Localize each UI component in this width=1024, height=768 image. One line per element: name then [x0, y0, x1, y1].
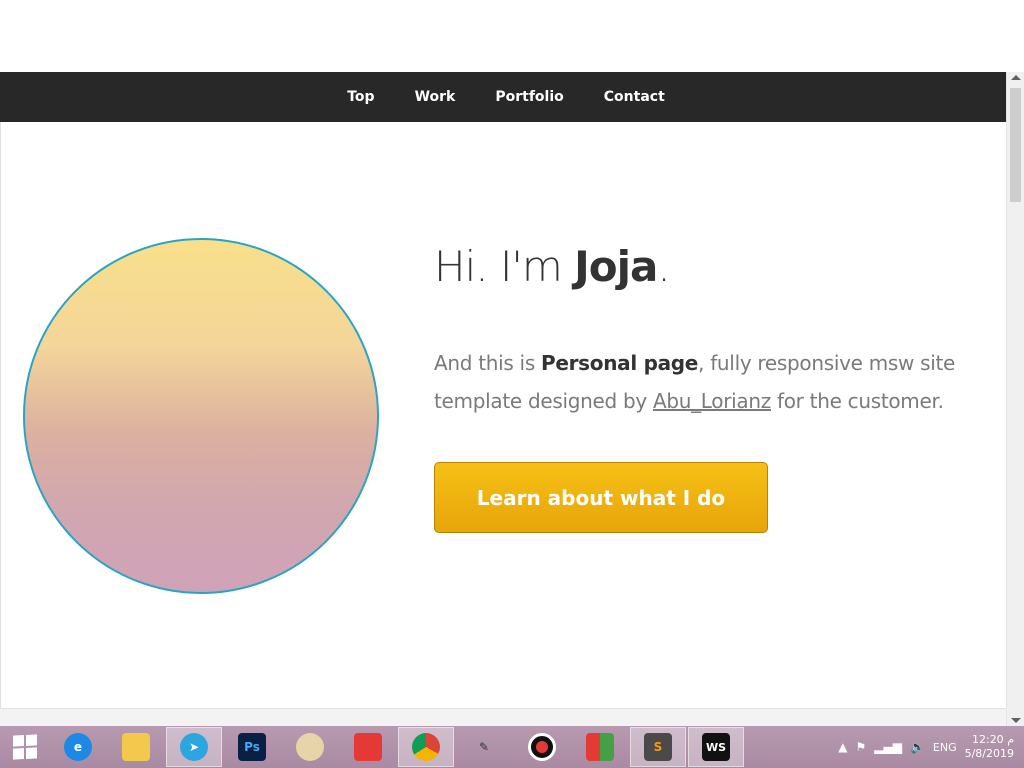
hero-headline: Hi. I'm Joja.	[434, 242, 671, 291]
taskbar-app-pen[interactable]: ✎	[456, 727, 512, 767]
next-section-edge	[0, 708, 1006, 727]
taskbar-app-webstorm[interactable]: WS	[688, 727, 744, 767]
headline-name: Joja	[574, 242, 658, 291]
navbar: Top Work Portfolio Contact	[0, 72, 1006, 122]
taskbar-app-paint[interactable]	[282, 727, 338, 767]
internet-explorer-icon: e	[64, 733, 92, 761]
taskbar-app-chrome[interactable]	[398, 727, 454, 767]
hero-intro-text: And this is Personal page, fully respons…	[434, 344, 974, 420]
nav-item-work[interactable]: Work	[395, 89, 476, 105]
show-hidden-icons-icon[interactable]: ▲	[838, 740, 847, 754]
pen-tool-icon: ✎	[478, 740, 490, 754]
system-tray: ▲ ⚑ ▂▄▆ 🔈 ENG 12:20 م 5/8/2019	[838, 726, 1024, 768]
browser-top-area	[0, 0, 1024, 72]
profile-avatar	[23, 238, 379, 594]
headline-greeting: Hi. I'm	[434, 242, 575, 291]
language-indicator[interactable]: ENG	[933, 741, 957, 754]
webstorm-icon: WS	[702, 733, 730, 761]
vertical-scrollbar[interactable]	[1006, 72, 1024, 726]
taskbar-app-telegram[interactable]: ➤	[166, 727, 222, 767]
volume-icon[interactable]: 🔈	[910, 740, 925, 754]
nav-item-contact[interactable]: Contact	[584, 89, 685, 105]
start-button[interactable]	[0, 726, 50, 768]
taskbar-app-explorer[interactable]	[108, 727, 164, 767]
taskbar-app-photoshop[interactable]: Ps	[224, 727, 280, 767]
action-center-flag-icon[interactable]: ⚑	[855, 740, 866, 754]
intro-text-part3: for the customer.	[770, 389, 944, 413]
taskbar-app-blocks[interactable]	[572, 727, 628, 767]
nav-item-portfolio[interactable]: Portfolio	[475, 89, 583, 105]
scrollbar-thumb[interactable]	[1010, 88, 1021, 202]
taskbar-app-monitor[interactable]	[340, 727, 396, 767]
file-explorer-icon	[122, 733, 150, 761]
paint-palette-icon	[296, 733, 324, 761]
sublime-text-icon: S	[644, 733, 672, 761]
intro-text-part1: And this is	[434, 351, 541, 375]
clock-date: 5/8/2019	[964, 747, 1014, 760]
windows-logo-icon	[13, 734, 37, 760]
windows-taskbar: e ➤ Ps ✎ S WS ▲ ⚑ ▂▄▆ 🔈 ENG 12:20 م 5/8/…	[0, 726, 1024, 768]
chrome-icon	[412, 733, 440, 761]
nav-item-top[interactable]: Top	[327, 89, 394, 105]
author-link[interactable]: Abu_Lorianz	[653, 389, 771, 413]
intro-bold-text: Personal page	[541, 351, 699, 375]
telegram-icon: ➤	[180, 733, 208, 761]
photoshop-icon: Ps	[238, 733, 266, 761]
nav-list: Top Work Portfolio Contact	[0, 72, 1006, 122]
learn-more-button[interactable]: Learn about what I do	[434, 462, 768, 533]
scroll-down-arrow-icon[interactable]	[1011, 718, 1021, 723]
signal-strength-icon[interactable]: ▂▄▆	[874, 740, 902, 754]
taskbar-app-recorder[interactable]	[514, 727, 570, 767]
taskbar-app-sublime[interactable]: S	[630, 727, 686, 767]
color-blocks-icon	[586, 733, 614, 761]
network-monitor-icon	[354, 733, 382, 761]
headline-period: .	[657, 242, 670, 291]
scroll-up-arrow-icon[interactable]	[1011, 75, 1021, 80]
taskbar-app-ie[interactable]: e	[50, 727, 106, 767]
system-clock[interactable]: 12:20 م 5/8/2019	[965, 733, 1014, 761]
record-icon	[528, 733, 556, 761]
clock-time: 12:20 م	[971, 733, 1014, 746]
